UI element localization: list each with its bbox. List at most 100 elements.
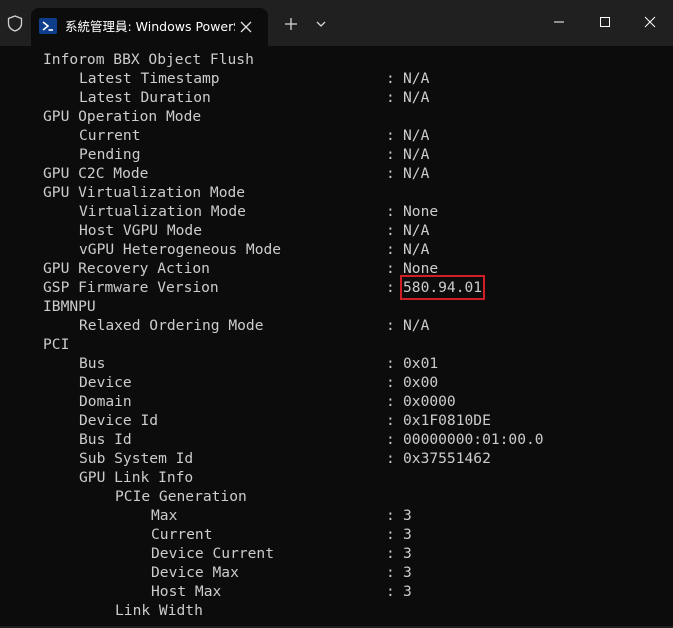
line-separator: : [386,70,395,87]
line-separator: : [386,564,395,581]
line-separator: : [386,222,395,239]
terminal-line: Current: N/A [43,126,663,145]
chevron-down-icon[interactable] [312,14,330,34]
line-label: Bus Id [79,431,132,448]
minimize-button[interactable] [536,0,582,44]
title-bar[interactable]: 系統管理員: Windows PowerShell [0,0,673,46]
line-label: PCIe Generation [115,488,247,505]
terminal-line: Domain:0x0000 [43,392,663,411]
line-separator: : [386,393,395,410]
line-separator: : [386,507,395,524]
line-value: N/A [403,70,430,87]
terminal-line: Latest Duration: N/A [43,88,663,107]
line-label: Pending [79,146,141,163]
shield-icon [7,15,23,32]
terminal-line: Device Max:3 [43,563,663,582]
plus-icon[interactable] [281,14,301,34]
terminal-line: GPU Operation Mode [43,107,663,126]
line-label: GSP Firmware Version [43,279,219,296]
line-label: Max [151,507,178,524]
terminal-line: Host Max:3 [43,582,663,601]
line-label: Link Width [115,602,203,619]
line-separator: : [386,89,395,106]
terminal-line: vGPU Heterogeneous Mode: N/A [43,240,663,259]
terminal-line: Inforom BBX Object Flush [43,50,663,69]
line-separator: : [386,545,395,562]
line-label: Host Max [151,583,222,600]
terminal-line: GPU Link Info [43,468,663,487]
line-value: 3 [403,507,412,524]
line-label: Latest Timestamp [79,70,220,87]
minimize-icon [554,21,564,23]
line-value: 3 [403,545,412,562]
terminal-line: Device Current:3 [43,544,663,563]
line-label: Sub System Id [79,450,194,467]
terminal-line: GPU Recovery Action: None [43,259,663,278]
maximize-icon [600,17,610,27]
line-separator: : [386,526,395,543]
close-icon [644,16,656,28]
line-separator: : [386,260,395,277]
terminal-output[interactable]: Inforom BBX Object Flush Latest Timestamp… [0,46,673,628]
line-value: 3 [403,583,412,600]
terminal-line: GPU C2C Mode: N/A [43,164,663,183]
line-label: PCI [43,336,70,353]
line-separator: : [386,165,395,182]
terminal-line: PCI [43,335,663,354]
line-label: Domain [79,393,132,410]
line-separator: : [386,146,395,163]
terminal-line: Relaxed Ordering Mode: N/A [43,316,663,335]
terminal-line: Host VGPU Mode: N/A [43,221,663,240]
line-separator: : [386,355,395,372]
line-value: N/A [403,146,430,163]
line-label: vGPU Heterogeneous Mode [79,241,282,258]
line-label: Device Current [151,545,275,562]
line-value: 0x01 [403,355,439,372]
line-value: None [403,203,439,220]
line-value: 0x0000 [403,393,456,410]
line-value: 3 [403,526,412,543]
tab-title: 系統管理員: Windows PowerShell [65,19,235,34]
terminal-line: Max:3 [43,506,663,525]
line-label: Current [79,127,141,144]
line-separator: : [386,374,395,391]
terminal-line: Virtualization Mode: None [43,202,663,221]
line-separator: : [386,412,395,429]
line-label: GPU C2C Mode [43,165,149,182]
line-label: Latest Duration [79,89,211,106]
line-label: Device Id [79,412,159,429]
terminal-window: 系統管理員: Windows PowerShell Infor [0,0,673,628]
line-value: N/A [403,241,430,258]
maximize-button[interactable] [582,0,628,44]
close-icon[interactable] [236,17,256,37]
line-separator: : [386,583,395,600]
line-value: 3 [403,564,412,581]
line-label: Device [79,374,132,391]
line-label: Inforom BBX Object Flush [43,51,254,68]
tab-powershell[interactable]: 系統管理員: Windows PowerShell [31,8,268,46]
close-button[interactable] [627,0,673,44]
terminal-line: Current:3 [43,525,663,544]
terminal-line: IBMNPU [43,297,663,316]
line-separator: : [386,450,395,467]
line-value: 0x1F0810DE [403,412,491,429]
line-label: GPU Virtualization Mode [43,184,246,201]
line-value: N/A [403,89,430,106]
line-separator: : [386,279,395,296]
terminal-line: Device:0x00 [43,373,663,392]
line-separator: : [386,203,395,220]
line-label: Bus [79,355,106,372]
line-label: Host VGPU Mode [79,222,203,239]
line-value: None [403,260,439,277]
line-label: GPU Recovery Action [43,260,210,277]
line-separator: : [386,241,395,258]
terminal-line: Bus Id:00000000:01:00.0 [43,430,663,449]
line-label: IBMNPU [43,298,96,315]
terminal-line: Bus:0x01 [43,354,663,373]
line-label: Current [151,526,213,543]
line-label: Virtualization Mode [79,203,246,220]
line-value: N/A [403,127,430,144]
terminal-line: Sub System Id:0x37551462 [43,449,663,468]
line-separator: : [386,431,395,448]
terminal-line: Latest Timestamp: N/A [43,69,663,88]
